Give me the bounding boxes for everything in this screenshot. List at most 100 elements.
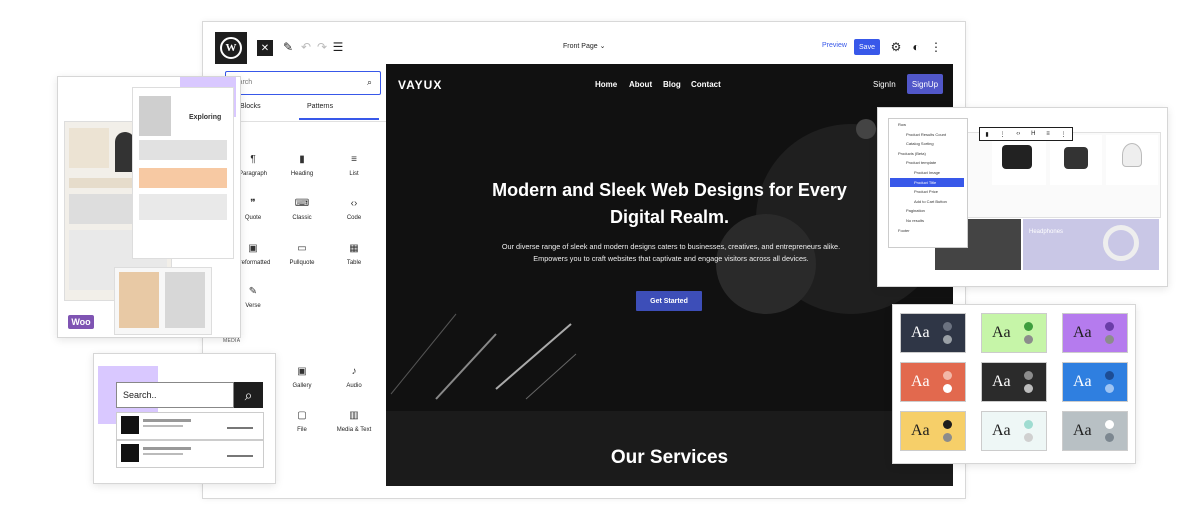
bookmark-icon[interactable]: ▮ (985, 131, 988, 138)
preview-button[interactable]: Preview (822, 42, 847, 49)
nav-home[interactable]: Home (595, 80, 617, 89)
block-table[interactable]: ▦ Table (326, 243, 382, 266)
settings-gear-icon[interactable]: ⚙ (889, 40, 903, 54)
tree-item[interactable]: Product Results Count (890, 130, 964, 140)
style-variation-swatch[interactable]: Aa (900, 313, 966, 353)
tree-items: Row Product Results Count Catalog Sortin… (890, 120, 964, 235)
block-pullquote[interactable]: ▭ Pullquote (274, 243, 330, 266)
media-section-heading: MEDIA (223, 338, 241, 344)
swatch-color-dot (1024, 384, 1033, 393)
block-label: List (349, 171, 359, 177)
style-variation-swatch[interactable]: Aa (1062, 313, 1128, 353)
tree-item[interactable]: Footer (890, 226, 964, 236)
site-brand-logo[interactable]: VAYUX (398, 78, 442, 92)
redo-icon[interactable]: ↷ (315, 40, 329, 54)
save-button[interactable]: Save (854, 39, 880, 55)
exploring-banner-text: Exploring (189, 114, 222, 121)
tree-item[interactable]: No results (890, 216, 964, 226)
style-variation-swatch[interactable]: Aa (981, 411, 1047, 451)
block-label: Classic (292, 215, 312, 221)
block-toolbar[interactable]: ▮ ⋮ ‹› H ≡ ⋮ (979, 127, 1073, 141)
code-icon[interactable]: ‹› (1016, 131, 1020, 137)
tree-item[interactable]: Products (Beta) (890, 149, 964, 159)
signup-button[interactable]: SignUp (907, 74, 943, 94)
block-label: Pullquote (289, 260, 315, 266)
search-result-item[interactable] (116, 440, 264, 468)
swatch-color-dot (943, 384, 952, 393)
chevron-down-icon: ⌄ (599, 43, 606, 50)
tree-item[interactable]: Product Image (890, 168, 964, 178)
swatch-color-dot (1024, 335, 1033, 344)
shop-page-thumbnail: Exploring (132, 87, 234, 259)
style-variation-swatch[interactable]: Aa (981, 313, 1047, 353)
swatch-color-dot (943, 420, 952, 429)
style-variation-swatch[interactable]: Aa (1062, 411, 1128, 451)
tree-item[interactable]: Catalog Sorting (890, 139, 964, 149)
block-gallery[interactable]: ▣ Gallery (274, 366, 330, 389)
undo-icon[interactable]: ↶ (299, 40, 313, 54)
swatch-color-dot (943, 371, 952, 380)
drag-handle-icon[interactable]: ⋮ (1000, 131, 1006, 138)
tree-item[interactable]: Product template (890, 158, 964, 168)
tab-patterns[interactable]: Patterns (307, 103, 333, 110)
block-file[interactable]: ▢ File (274, 410, 330, 433)
nav-contact[interactable]: Contact (691, 80, 721, 89)
block-label: Gallery (292, 383, 312, 389)
close-inserter-button[interactable]: ✕ (257, 40, 273, 56)
result-thumbnail (121, 444, 139, 462)
style-variation-swatch[interactable]: Aa (900, 362, 966, 402)
toys-photo-placeholder (165, 272, 205, 328)
get-started-button[interactable]: Get Started (636, 291, 702, 311)
document-title-dropdown[interactable]: Front Page ⌄ (563, 42, 605, 50)
tree-item[interactable]: Pagination (890, 206, 964, 216)
swatch-color-dot (1105, 322, 1114, 331)
swatch-color-dot (1024, 371, 1033, 380)
signin-link[interactable]: SignIn (873, 80, 896, 89)
active-tab-indicator (299, 118, 379, 120)
wordpress-icon: W (220, 37, 242, 59)
table-icon: ▦ (349, 243, 359, 254)
webcam-product (1106, 135, 1158, 185)
heading-level-icon[interactable]: H (1031, 131, 1035, 137)
nav-blog[interactable]: Blog (663, 80, 681, 89)
align-icon[interactable]: ≡ (1046, 131, 1050, 137)
tab-blocks[interactable]: Blocks (240, 103, 261, 110)
site-preview-canvas[interactable]: VAYUX Home About Blog Contact SignIn Sig… (386, 64, 953, 486)
swatch-sample-text: Aa (911, 324, 930, 341)
block-code[interactable]: ‹› Code (326, 198, 382, 221)
block-heading[interactable]: ▮ Heading (274, 154, 330, 177)
more-options-icon[interactable]: ⋮ (1061, 131, 1067, 138)
tree-item[interactable]: Add to Cart Button (890, 197, 964, 207)
media-text-icon: ▥ (349, 410, 359, 421)
block-editor-window: W ✕ ✎ ↶ ↷ ☰ Front Page ⌄ Preview Save ⚙ … (202, 21, 966, 499)
tree-item-selected[interactable]: Product Title (890, 177, 964, 188)
more-options-icon[interactable]: ⋮ (929, 40, 943, 54)
kids-shop-thumbnail (114, 267, 212, 335)
search-input[interactable]: Search.. (116, 382, 234, 408)
block-label: Audio (346, 383, 362, 389)
edit-pencil-icon[interactable]: ✎ (281, 40, 295, 54)
wordpress-logo-button[interactable]: W (215, 32, 247, 64)
tree-item[interactable]: Product Price (890, 187, 964, 197)
block-media-text[interactable]: ▥ Media & Text (326, 410, 382, 433)
result-thumbnail (121, 416, 139, 434)
search-icon[interactable]: ⌕ (234, 382, 263, 408)
tree-item[interactable]: Row (890, 120, 964, 130)
swatch-sample-text: Aa (1073, 422, 1092, 439)
block-audio[interactable]: ♪ Audio (326, 366, 382, 389)
nav-about[interactable]: About (629, 80, 652, 89)
headset-image-placeholder (139, 96, 171, 136)
block-list[interactable]: ≡ List (326, 154, 382, 177)
list-view-icon[interactable]: ☰ (331, 40, 345, 54)
search-result-item[interactable] (116, 412, 264, 440)
style-variation-swatch[interactable]: Aa (900, 411, 966, 451)
swatch-color-dot (943, 322, 952, 331)
style-variation-swatch[interactable]: Aa (1062, 362, 1128, 402)
styles-contrast-icon[interactable]: ◐ (909, 40, 923, 54)
block-search-input[interactable]: Search ⌕ (225, 71, 381, 95)
document-title: Front Page (563, 43, 598, 50)
swatch-sample-text: Aa (992, 373, 1011, 390)
product-template-card: Headphones Row Product Results Count Cat… (877, 107, 1168, 287)
block-classic[interactable]: ⌨ Classic (274, 198, 330, 221)
style-variation-swatch[interactable]: Aa (981, 362, 1047, 402)
